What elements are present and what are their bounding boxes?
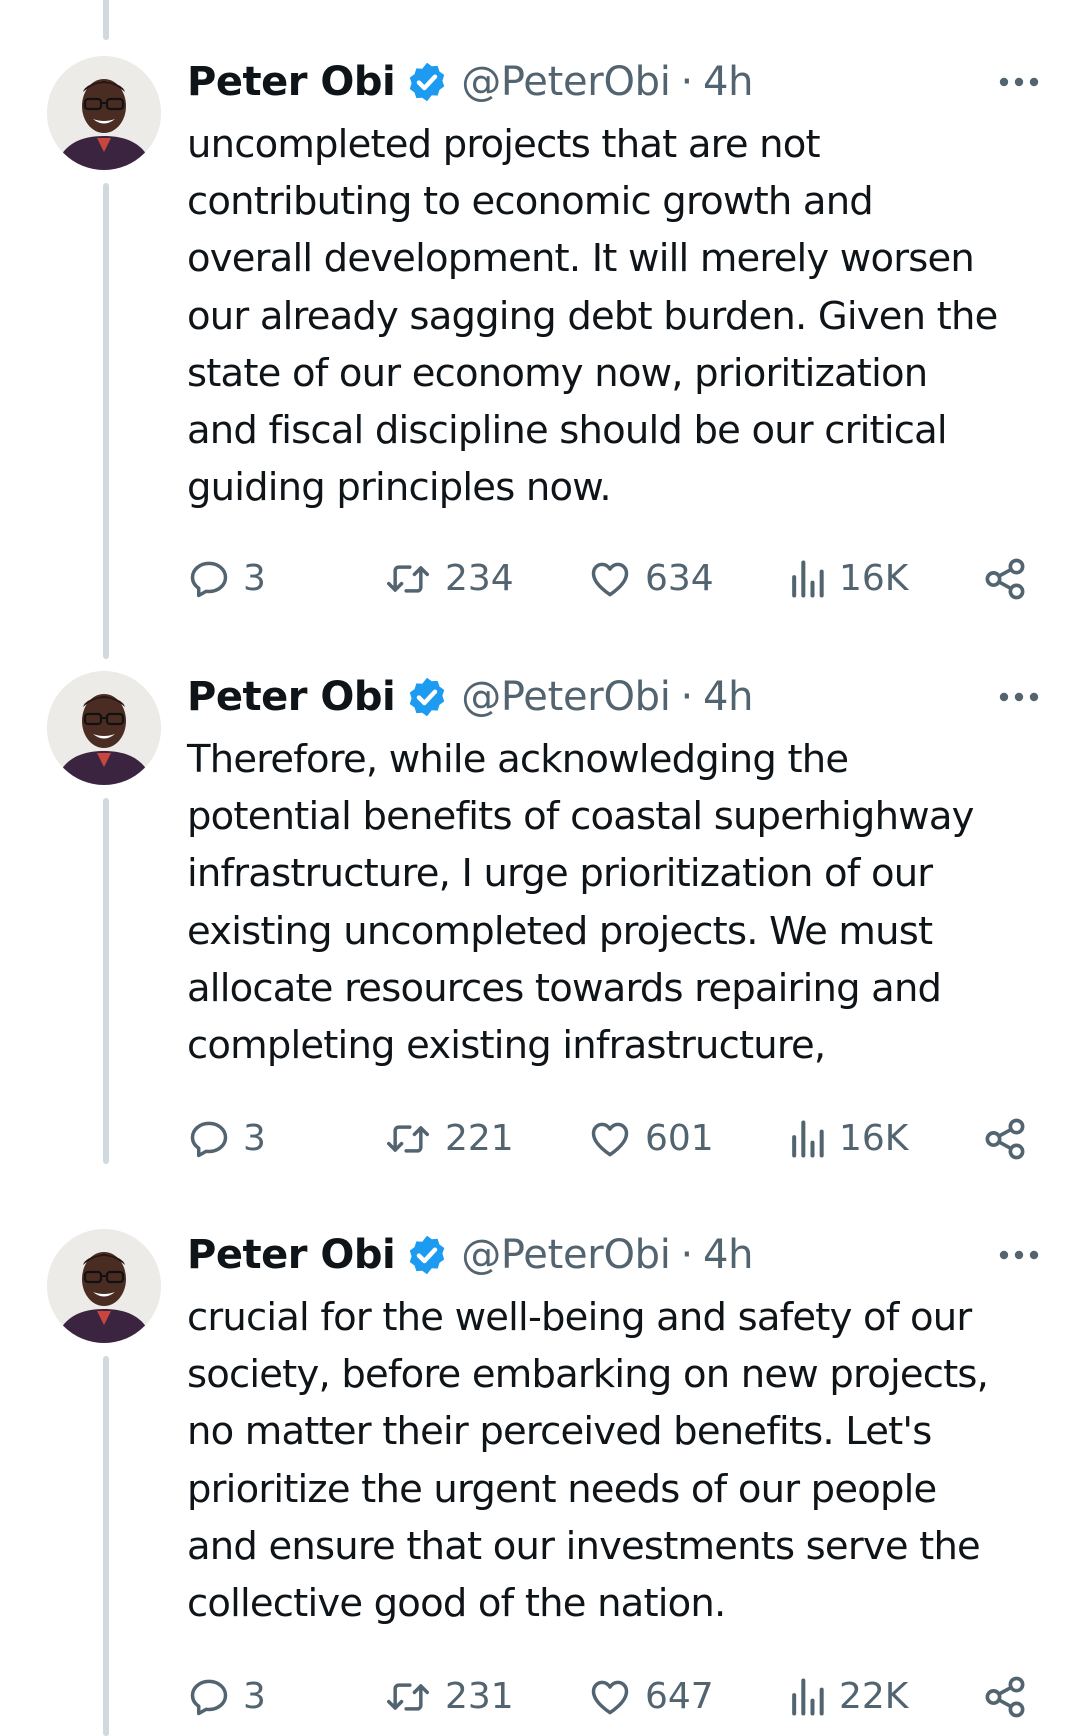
retweet-icon xyxy=(387,1125,429,1153)
tweet-actions: 3 231 647 22K xyxy=(187,1672,1027,1722)
thread-connector-line xyxy=(103,1356,109,1736)
thread-connector-line xyxy=(103,798,109,1164)
like-count: 647 xyxy=(645,1676,714,1717)
avatar[interactable] xyxy=(47,1229,161,1343)
retweet-button[interactable]: 231 xyxy=(383,1672,514,1722)
share-button[interactable] xyxy=(982,1672,1028,1722)
share-button[interactable] xyxy=(982,1114,1028,1164)
tweet-text-line: our already sagging debt burden. Given t… xyxy=(187,293,998,339)
views-chart-icon xyxy=(792,1120,824,1158)
tweet-text-line: potential benefits of coastal superhighw… xyxy=(187,794,974,840)
views-chart-icon xyxy=(792,560,824,598)
avatar[interactable] xyxy=(47,671,161,785)
tweet-text-line: completing existing infrastructure, xyxy=(187,1022,826,1068)
avatar[interactable] xyxy=(47,56,161,170)
tweet-text-line: contributing to economic growth and xyxy=(187,179,874,225)
tweet-header: Peter Obi @PeterObi · 4h xyxy=(187,1231,1049,1279)
views-button[interactable]: 16K xyxy=(787,554,908,604)
like-count: 634 xyxy=(645,558,714,599)
heart-icon xyxy=(591,1122,629,1157)
author-handle[interactable]: @PeterObi xyxy=(461,673,671,721)
reply-button[interactable]: 3 xyxy=(187,1114,266,1164)
views-chart-icon xyxy=(792,1678,824,1716)
more-options-icon[interactable] xyxy=(997,66,1041,98)
tweet-text: crucial for the well-being and safety of… xyxy=(187,1289,1057,1632)
retweet-icon xyxy=(387,1683,429,1711)
heart-icon xyxy=(591,562,629,597)
tweet-text-line: prioritize the urgent needs of our peopl… xyxy=(187,1466,937,1512)
views-button[interactable]: 16K xyxy=(787,1114,908,1164)
tweet-text-line: crucial for the well-being and safety of… xyxy=(187,1295,972,1340)
tweet-text-line: allocate resources towards repairing and xyxy=(187,965,942,1011)
avatar-photo-icon xyxy=(47,671,161,785)
like-count: 601 xyxy=(645,1118,714,1159)
views-count: 16K xyxy=(839,558,909,599)
timestamp[interactable]: 4h xyxy=(703,1231,754,1279)
reply-count: 3 xyxy=(243,1676,266,1717)
timestamp[interactable]: 4h xyxy=(703,673,754,721)
thread-connector-line xyxy=(103,183,109,659)
tweet-text-line: state of our economy now, prioritization xyxy=(187,350,928,396)
reply-icon xyxy=(190,1679,228,1716)
tweet-text-line: infrastructure, I urge prioritization of… xyxy=(187,851,933,897)
share-icon xyxy=(985,1118,1025,1160)
share-button[interactable] xyxy=(982,554,1028,604)
tweet-text-line: uncompleted projects that are not xyxy=(187,122,821,167)
share-icon xyxy=(985,558,1025,600)
separator-dot: · xyxy=(680,674,694,720)
retweet-count: 231 xyxy=(445,1676,514,1717)
author-name[interactable]: Peter Obi xyxy=(187,673,396,721)
tweet-text-line: existing uncompleted projects. We must xyxy=(187,908,933,954)
retweet-button[interactable]: 221 xyxy=(383,1114,514,1164)
like-button[interactable]: 601 xyxy=(587,1114,714,1164)
tweet-text-line: Therefore, while acknowledging the xyxy=(187,737,849,782)
more-options-icon[interactable] xyxy=(997,1239,1041,1271)
reply-button[interactable]: 3 xyxy=(187,1672,266,1722)
tweet-text-line: no matter their perceived benefits. Let'… xyxy=(187,1409,932,1455)
tweet-text-line: society, before embarking on new project… xyxy=(187,1352,989,1398)
views-count: 16K xyxy=(839,1118,909,1159)
author-handle[interactable]: @PeterObi xyxy=(461,58,671,106)
share-icon xyxy=(985,1676,1025,1718)
tweet-actions: 3 221 601 16K xyxy=(187,1114,1027,1164)
reply-button[interactable]: 3 xyxy=(187,554,266,604)
tweet-text-line: and ensure that our investments serve th… xyxy=(187,1523,981,1569)
tweet-text-line: and fiscal discipline should be our crit… xyxy=(187,407,948,453)
author-name[interactable]: Peter Obi xyxy=(187,1231,396,1279)
tweet-text-line: guiding principles now. xyxy=(187,465,612,511)
tweet-actions: 3 234 634 16K xyxy=(187,554,1027,604)
verified-badge-icon xyxy=(409,677,445,717)
retweet-button[interactable]: 234 xyxy=(383,554,514,604)
timestamp[interactable]: 4h xyxy=(703,58,754,106)
verified-badge-icon xyxy=(409,1235,445,1275)
tweet-thread: Peter Obi @PeterObi · 4h uncompleted pro… xyxy=(0,0,1079,1736)
author-handle[interactable]: @PeterObi xyxy=(461,1231,671,1279)
author-name[interactable]: Peter Obi xyxy=(187,58,396,106)
separator-dot: · xyxy=(680,1232,694,1278)
tweet-header: Peter Obi @PeterObi · 4h xyxy=(187,58,1049,106)
reply-icon xyxy=(190,1121,228,1158)
tweet-header: Peter Obi @PeterObi · 4h xyxy=(187,673,1049,721)
views-count: 22K xyxy=(839,1676,909,1717)
more-options-icon[interactable] xyxy=(997,681,1041,713)
like-button[interactable]: 647 xyxy=(587,1672,714,1722)
retweet-count: 234 xyxy=(445,558,514,599)
tweet-text: uncompleted projects that are not contri… xyxy=(187,116,1057,516)
tweet-text: Therefore, while acknowledging the poten… xyxy=(187,731,1057,1074)
reply-count: 3 xyxy=(243,1118,266,1159)
tweet-text-line: overall development. It will merely wors… xyxy=(187,236,975,282)
like-button[interactable]: 634 xyxy=(587,554,714,604)
separator-dot: · xyxy=(680,59,694,105)
thread-connector-line xyxy=(103,0,109,40)
retweet-count: 221 xyxy=(445,1118,514,1159)
tweet-text-line: collective good of the nation. xyxy=(187,1580,726,1626)
views-button[interactable]: 22K xyxy=(787,1672,908,1722)
reply-icon xyxy=(190,561,228,598)
reply-count: 3 xyxy=(243,558,266,599)
heart-icon xyxy=(591,1680,629,1715)
avatar-photo-icon xyxy=(47,56,161,170)
avatar-photo-icon xyxy=(47,1229,161,1343)
verified-badge-icon xyxy=(409,62,445,102)
retweet-icon xyxy=(387,565,429,593)
